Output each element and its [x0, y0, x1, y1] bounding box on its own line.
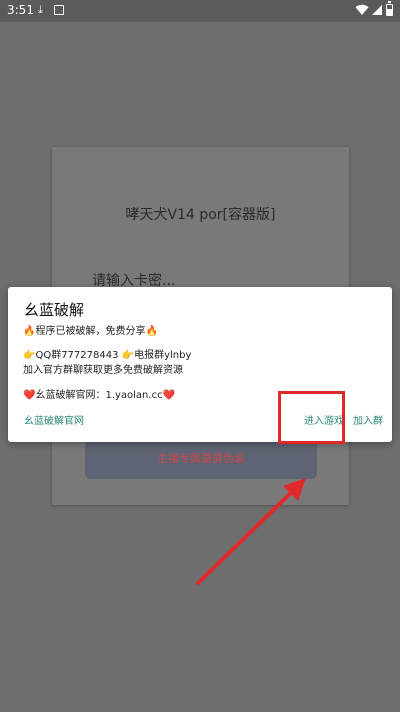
- pointer-arrow-icon: [196, 478, 306, 585]
